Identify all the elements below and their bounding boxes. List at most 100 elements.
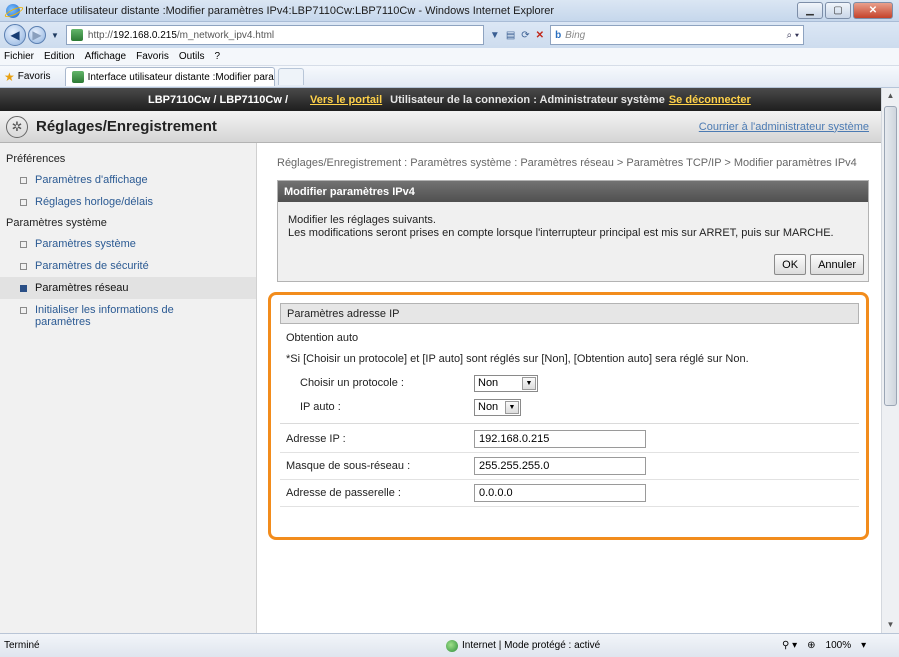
chevron-down-icon: ▼	[522, 376, 536, 390]
status-bar: Terminé Internet | Mode protégé : activé…	[0, 633, 899, 657]
scroll-down-icon[interactable]: ▼	[882, 617, 899, 633]
page-content: Préférences Paramètres d'affichage Régla…	[0, 143, 881, 633]
protected-mode-icon[interactable]: ⚲ ▾	[782, 640, 797, 651]
divider	[280, 423, 859, 424]
status-text: Terminé	[4, 640, 40, 651]
bullet-icon	[20, 307, 27, 314]
cancel-button[interactable]: Annuler	[810, 254, 864, 275]
sidebar-item-label: Paramètres d'affichage	[35, 174, 148, 186]
menu-favorites[interactable]: Favoris	[136, 51, 169, 62]
new-tab-button[interactable]	[277, 68, 304, 85]
ip-settings-header: Paramètres adresse IP	[280, 303, 859, 324]
stop-icon[interactable]: ✕	[536, 30, 544, 41]
subnet-mask-row: Masque de sous-réseau : 255.255.255.0	[280, 453, 859, 480]
auto-ip-row: IP auto : Non ▼	[280, 395, 859, 419]
auto-ip-value: Non	[478, 401, 499, 413]
back-button[interactable]: ◀	[4, 24, 26, 46]
sidebar-group-system: Paramètres système	[6, 217, 107, 229]
browser-tab[interactable]: Interface utilisateur distante :Modifier…	[64, 67, 275, 86]
subnet-mask-label: Masque de sous-réseau :	[286, 460, 411, 472]
security-zone-text: Internet | Mode protégé : activé	[462, 640, 601, 651]
auto-obtain-note: *Si [Choisir un protocole] et [IP auto] …	[286, 353, 749, 365]
forward-button[interactable]: ▶	[28, 26, 46, 44]
sidebar-item-initialize-settings[interactable]: Initialiser les informations de paramètr…	[0, 299, 256, 333]
ie-logo-icon	[6, 3, 20, 18]
sidebar-item-system-settings[interactable]: Paramètres système	[0, 233, 256, 255]
sidebar-item-label: Paramètres système	[35, 238, 136, 250]
search-field[interactable]: b Bing ⌕ ▾	[550, 25, 805, 45]
bullet-icon	[20, 285, 27, 292]
sidebar-item-display-settings[interactable]: Paramètres d'affichage	[0, 169, 256, 191]
close-window-button[interactable]: ✕	[853, 2, 893, 19]
favorites-star-icon: ★	[4, 69, 15, 84]
section-title: Réglages/Enregistrement	[36, 118, 217, 135]
menu-tools[interactable]: Outils	[179, 51, 205, 62]
bullet-icon	[20, 241, 27, 248]
url-field[interactable]: http://192.168.0.215/m_network_ipv4.html	[65, 25, 484, 45]
bullet-icon	[20, 199, 27, 206]
maximize-button[interactable]: ▢	[825, 2, 851, 19]
security-zone[interactable]: Internet | Mode protégé : activé	[446, 639, 601, 652]
menu-help[interactable]: ?	[214, 51, 220, 62]
protocol-label: Choisir un protocole :	[300, 377, 404, 389]
minimize-button[interactable]: ▁	[797, 2, 823, 19]
menu-edit[interactable]: Edition	[44, 51, 75, 62]
scroll-up-icon[interactable]: ▲	[882, 88, 899, 104]
ip-address-row: Adresse IP : 192.168.0.215	[280, 426, 859, 453]
logged-user: Utilisateur de la connexion : Administra…	[390, 93, 665, 106]
url-host: 192.168.0.215	[112, 29, 177, 41]
refresh-icon[interactable]: ⟳	[521, 30, 529, 41]
sidebar-group-preferences: Préférences	[6, 153, 66, 165]
tab-favicon-icon	[71, 71, 84, 83]
auto-ip-label: IP auto :	[300, 401, 341, 413]
tab-title: Interface utilisateur distante :Modifier…	[87, 71, 274, 83]
zoom-icon: ⊕	[807, 640, 816, 651]
url-prefix: http://	[87, 29, 113, 41]
vertical-scrollbar[interactable]: ▲ ▼	[881, 88, 899, 633]
compatibility-icon[interactable]: ▤	[506, 30, 515, 41]
window-titlebar: Interface utilisateur distante :Modifier…	[0, 0, 899, 22]
search-placeholder: Bing	[565, 29, 586, 41]
admin-mail-link[interactable]: Courrier à l'administrateur système	[699, 121, 869, 133]
ok-button[interactable]: OK	[774, 254, 807, 275]
protocol-row: Choisir un protocole : Non ▼	[280, 371, 859, 395]
sidebar-item-clock-settings[interactable]: Réglages horloge/délais	[0, 191, 256, 213]
auto-obtain-title: Obtention auto	[286, 332, 359, 344]
gateway-input[interactable]: 0.0.0.0	[474, 484, 646, 502]
sidebar-item-network-settings[interactable]: Paramètres réseau	[0, 277, 256, 299]
auto-ip-select[interactable]: Non ▼	[474, 398, 521, 416]
search-icon[interactable]: ⌕ ▾	[786, 30, 799, 41]
url-dropdown-icon[interactable]: ▼	[490, 30, 500, 41]
panel-instruction: Modifier les réglages suivants.	[288, 214, 436, 226]
menu-file[interactable]: Fichier	[4, 51, 34, 62]
ip-settings-highlight: Paramètres adresse IP Obtention auto *Si…	[268, 292, 869, 540]
settings-gear-icon: ✲	[6, 115, 28, 138]
ip-address-label: Adresse IP :	[286, 433, 346, 445]
protocol-value: Non	[478, 377, 499, 389]
favorites-button[interactable]: Favoris	[18, 71, 51, 82]
ip-address-input[interactable]: 192.168.0.215	[474, 430, 646, 448]
protocol-select[interactable]: Non ▼	[474, 374, 538, 392]
subnet-mask-input[interactable]: 255.255.255.0	[474, 457, 646, 475]
edit-ipv4-panel: Modifier paramètres IPv4 Modifier les ré…	[277, 180, 869, 282]
history-dropdown-icon[interactable]: ▼	[51, 31, 59, 40]
sidebar-item-security-settings[interactable]: Paramètres de sécurité	[0, 255, 256, 277]
portal-link[interactable]: Vers le portail	[310, 94, 382, 106]
scroll-thumb[interactable]	[884, 106, 897, 406]
panel-note: Les modifications seront prises en compt…	[288, 227, 834, 239]
window-controls: ▁ ▢ ✕	[797, 2, 893, 19]
main-content: Réglages/Enregistrement : Paramètres sys…	[257, 143, 881, 633]
menu-view[interactable]: Affichage	[85, 51, 127, 62]
page-viewport: LBP7110Cw / LBP7110Cw / Vers le portail …	[0, 88, 881, 633]
zoom-dropdown-icon[interactable]: ▾	[861, 640, 866, 651]
favorites-bar: ★ Favoris Interface utilisateur distante…	[0, 66, 899, 88]
globe-icon	[446, 639, 458, 652]
menu-bar: Fichier Edition Affichage Favoris Outils…	[0, 48, 899, 66]
sidebar-item-label: Paramètres de sécurité	[35, 260, 149, 272]
logout-link[interactable]: Se déconnecter	[669, 94, 751, 106]
url-path: /m_network_ipv4.html	[176, 29, 275, 41]
sidebar-item-label: Initialiser les informations de paramètr…	[35, 304, 174, 328]
zoom-control[interactable]: ⚲ ▾ ⊕ 100% ▾	[782, 640, 866, 651]
panel-body: Modifier les réglages suivants. Les modi…	[278, 202, 868, 246]
url-tools: ▼ ▤ ⟳ ✕	[490, 30, 544, 41]
